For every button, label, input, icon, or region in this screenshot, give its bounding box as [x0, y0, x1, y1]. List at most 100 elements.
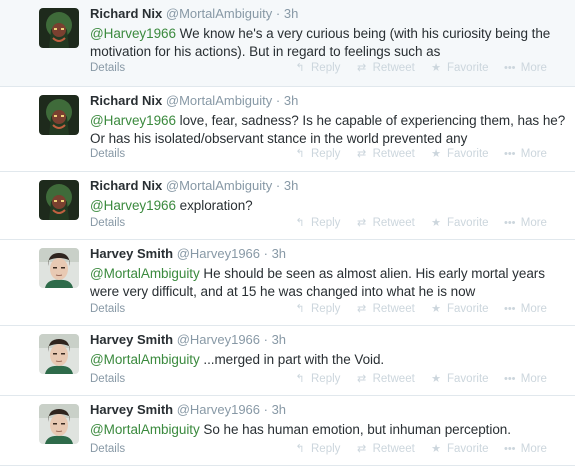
- more-dots-icon: •••: [503, 443, 516, 455]
- star-icon: ★: [431, 62, 441, 74]
- more-button[interactable]: ••• More: [503, 215, 547, 231]
- reply-icon: ↰: [295, 62, 305, 74]
- tweet[interactable]: Harvey Smith @Harvey1966 · 3h @MortalAmb…: [0, 326, 575, 396]
- tweet-timestamp[interactable]: 3h: [284, 6, 298, 21]
- tweet-body: exploration?: [175, 198, 253, 213]
- star-icon: ★: [431, 373, 441, 385]
- reply-button[interactable]: ↰ Reply: [293, 301, 340, 317]
- author-name[interactable]: Harvey Smith: [90, 332, 173, 347]
- author-handle[interactable]: @Harvey1966: [177, 332, 260, 347]
- more-button[interactable]: ••• More: [503, 441, 547, 457]
- reply-button[interactable]: ↰ Reply: [293, 371, 340, 387]
- avatar[interactable]: [39, 95, 79, 135]
- details-link[interactable]: Details: [90, 215, 125, 231]
- retweet-icon: ⇄: [357, 62, 367, 74]
- retweet-label: Retweet: [372, 373, 415, 385]
- retweet-label: Retweet: [372, 148, 415, 160]
- mention-link[interactable]: @Harvey1966: [90, 198, 176, 213]
- favorite-label: Favorite: [447, 373, 489, 385]
- tweet-timestamp[interactable]: 3h: [272, 246, 286, 261]
- tweet-body: So he has human emotion, but inhuman per…: [199, 422, 511, 437]
- more-label: More: [520, 443, 547, 455]
- tweet[interactable]: Harvey Smith @Harvey1966 · 3h @MortalAmb…: [0, 240, 575, 326]
- reply-icon: ↰: [295, 148, 305, 160]
- tweet[interactable]: Richard Nix @MortalAmbiguity · 3h @Harve…: [0, 87, 575, 172]
- more-dots-icon: •••: [503, 373, 516, 385]
- retweet-button[interactable]: ⇄ Retweet: [355, 441, 415, 457]
- avatar[interactable]: [39, 180, 79, 220]
- details-link[interactable]: Details: [90, 60, 125, 76]
- mention-link[interactable]: @MortalAmbiguity: [90, 266, 200, 281]
- tweet-timestamp[interactable]: 3h: [272, 402, 286, 417]
- author-name[interactable]: Harvey Smith: [90, 246, 173, 261]
- details-link[interactable]: Details: [90, 301, 125, 317]
- mention-link[interactable]: @MortalAmbiguity: [90, 422, 200, 437]
- tweet-timestamp[interactable]: 3h: [272, 332, 286, 347]
- reply-label: Reply: [311, 303, 341, 315]
- more-button[interactable]: ••• More: [503, 301, 547, 317]
- retweet-button[interactable]: ⇄ Retweet: [355, 371, 415, 387]
- reply-label: Reply: [311, 443, 341, 455]
- tweet[interactable]: Harvey Smith @Harvey1966 · 3h @MortalAmb…: [0, 396, 575, 466]
- tweet[interactable]: Richard Nix @MortalAmbiguity · 3h @Harve…: [0, 0, 575, 87]
- separator-dot: ·: [272, 178, 284, 193]
- tweet-timestamp[interactable]: 3h: [284, 178, 298, 193]
- reply-button[interactable]: ↰ Reply: [293, 146, 340, 162]
- reply-label: Reply: [311, 62, 341, 74]
- avatar[interactable]: [39, 334, 79, 374]
- retweet-button[interactable]: ⇄ Retweet: [355, 301, 415, 317]
- tweet-timeline: Richard Nix @MortalAmbiguity · 3h @Harve…: [0, 0, 575, 466]
- favorite-label: Favorite: [447, 303, 489, 315]
- reply-label: Reply: [311, 217, 341, 229]
- retweet-button[interactable]: ⇄ Retweet: [355, 60, 415, 76]
- author-handle[interactable]: @MortalAmbiguity: [166, 6, 272, 21]
- favorite-label: Favorite: [447, 148, 489, 160]
- author-handle[interactable]: @Harvey1966: [177, 246, 260, 261]
- avatar[interactable]: [39, 248, 79, 288]
- reply-button[interactable]: ↰ Reply: [293, 60, 340, 76]
- mention-link[interactable]: @Harvey1966: [90, 26, 176, 41]
- avatar[interactable]: [39, 404, 79, 444]
- favorite-button[interactable]: ★ Favorite: [429, 371, 489, 387]
- retweet-icon: ⇄: [357, 373, 367, 385]
- more-button[interactable]: ••• More: [503, 371, 547, 387]
- author-handle[interactable]: @Harvey1966: [177, 402, 260, 417]
- retweet-button[interactable]: ⇄ Retweet: [355, 215, 415, 231]
- author-name[interactable]: Richard Nix: [90, 6, 162, 21]
- author-name[interactable]: Harvey Smith: [90, 402, 173, 417]
- reply-button[interactable]: ↰ Reply: [293, 441, 340, 457]
- more-button[interactable]: ••• More: [503, 60, 547, 76]
- author-handle[interactable]: @MortalAmbiguity: [166, 178, 272, 193]
- mention-link[interactable]: @MortalAmbiguity: [90, 352, 200, 367]
- separator-dot: ·: [272, 93, 284, 108]
- retweet-button[interactable]: ⇄ Retweet: [355, 146, 415, 162]
- tweet[interactable]: Richard Nix @MortalAmbiguity · 3h @Harve…: [0, 172, 575, 240]
- more-button[interactable]: ••• More: [503, 146, 547, 162]
- mention-link[interactable]: @Harvey1966: [90, 113, 176, 128]
- reply-icon: ↰: [295, 303, 305, 315]
- reply-button[interactable]: ↰ Reply: [293, 215, 340, 231]
- tweet-timestamp[interactable]: 3h: [284, 93, 298, 108]
- tweet-text: @MortalAmbiguity He should be seen as al…: [90, 265, 567, 301]
- favorite-button[interactable]: ★ Favorite: [429, 215, 488, 231]
- avatar[interactable]: [39, 8, 79, 48]
- favorite-button[interactable]: ★ Favorite: [429, 60, 488, 76]
- favorite-button[interactable]: ★ Favorite: [429, 441, 488, 457]
- favorite-button[interactable]: ★ Favorite: [429, 146, 489, 162]
- separator-dot: ·: [260, 246, 272, 261]
- retweet-label: Retweet: [372, 62, 415, 74]
- favorite-button[interactable]: ★ Favorite: [429, 301, 489, 317]
- details-link[interactable]: Details: [90, 441, 125, 457]
- retweet-icon: ⇄: [357, 217, 367, 229]
- retweet-icon: ⇄: [357, 148, 367, 160]
- details-link[interactable]: Details: [90, 146, 125, 162]
- author-name[interactable]: Richard Nix: [90, 178, 162, 193]
- reply-label: Reply: [311, 148, 341, 160]
- author-name[interactable]: Richard Nix: [90, 93, 162, 108]
- author-handle[interactable]: @MortalAmbiguity: [166, 93, 272, 108]
- details-link[interactable]: Details: [90, 371, 125, 387]
- reply-icon: ↰: [295, 217, 305, 229]
- tweet-body: ...merged in part with the Void.: [199, 352, 385, 367]
- tweet-text: @MortalAmbiguity So he has human emotion…: [90, 421, 567, 439]
- reply-icon: ↰: [295, 373, 305, 385]
